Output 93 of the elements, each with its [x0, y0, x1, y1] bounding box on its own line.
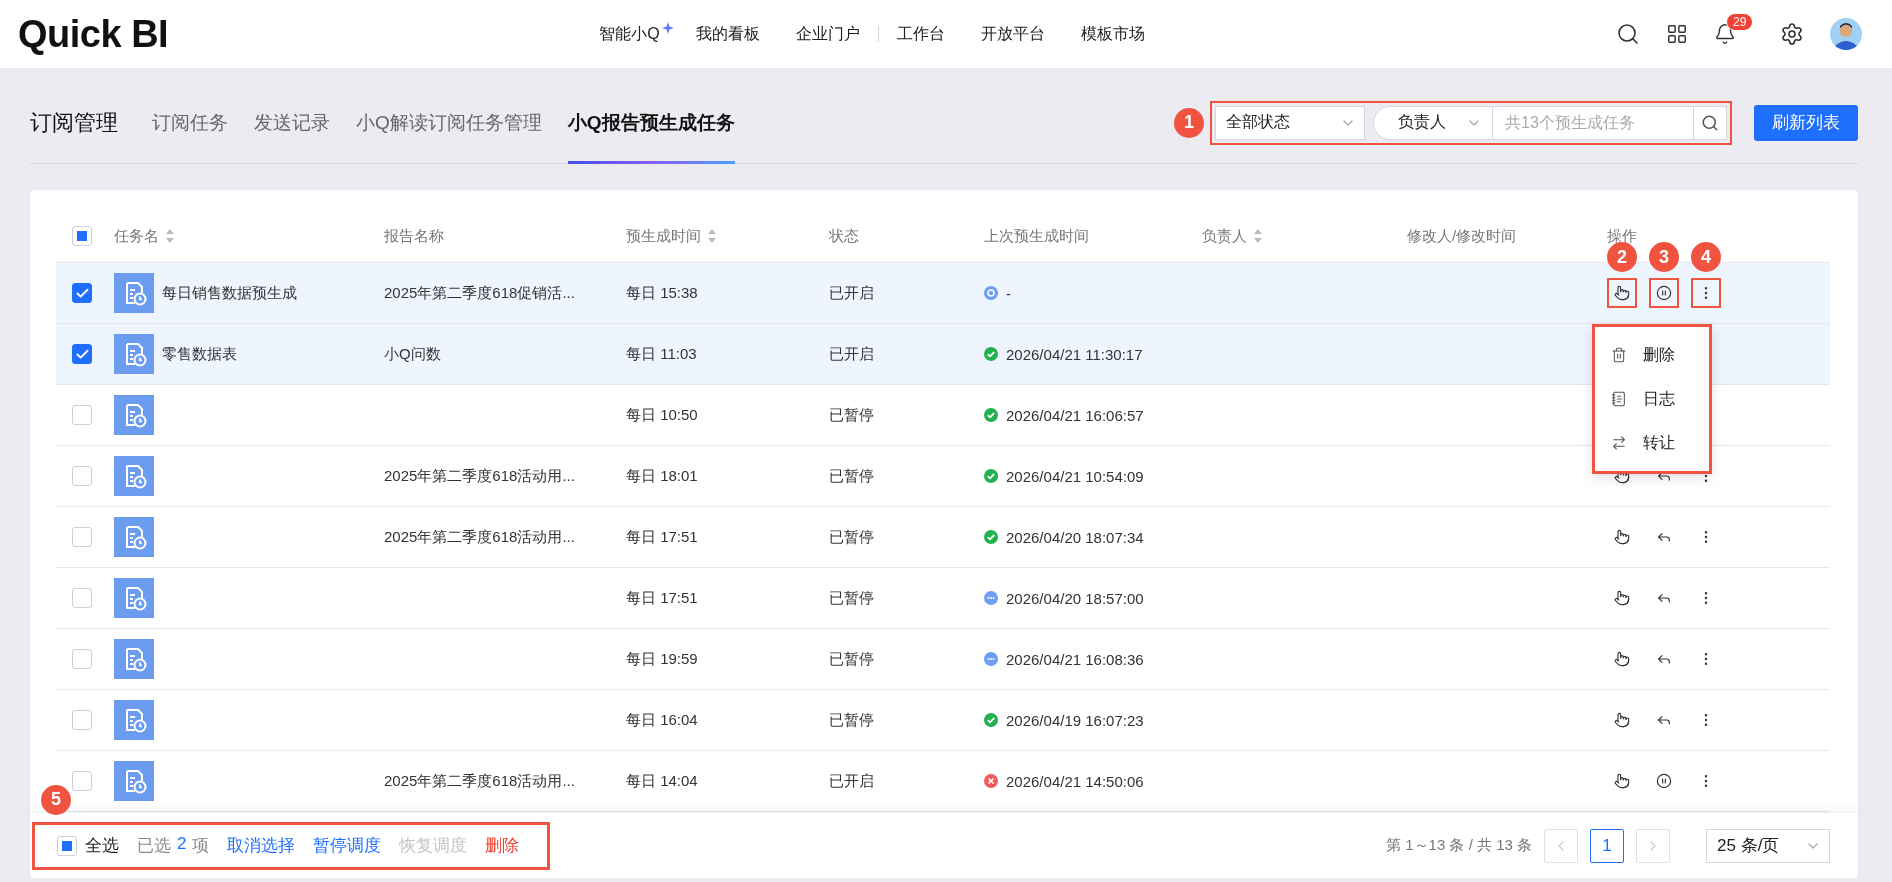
status-text: 已开启: [829, 344, 874, 364]
selected-count: 2: [177, 834, 187, 855]
search-field[interactable]: 共13个预生成任务: [1493, 105, 1693, 140]
annotation-marker: 5: [41, 784, 71, 815]
pointer-icon: [1614, 529, 1630, 545]
selected-label: 已选: [137, 835, 171, 857]
nav-link[interactable]: 工作台: [878, 23, 963, 45]
sparkle-icon: [661, 22, 674, 34]
schedule-time: 每日 11:03: [626, 344, 697, 364]
schedule-time: 每日 19:59: [626, 649, 698, 669]
schedule-time: 每日 17:51: [626, 588, 698, 608]
task-name: 每日销售数据预生成: [162, 283, 297, 303]
pause-icon: [1656, 773, 1672, 789]
pointer-icon: [1614, 712, 1630, 728]
status-text: 已暂停: [829, 405, 874, 425]
refresh-button[interactable]: 刷新列表: [1754, 104, 1858, 141]
pointer-icon: [1614, 285, 1630, 301]
schedule-time: 每日 14:04: [626, 771, 698, 791]
nav-link[interactable]: 企业门户: [777, 23, 878, 45]
page-title: 订阅管理: [30, 108, 118, 137]
report-name: 小Q问数: [384, 344, 441, 364]
status-text: 已暂停: [829, 588, 874, 608]
tab[interactable]: 发送记录: [254, 82, 330, 163]
checkbox[interactable]: [72, 344, 92, 364]
last-run-time: -: [1006, 284, 1011, 302]
annotation-marker: 4: [1691, 242, 1721, 272]
page-button[interactable]: 1: [1590, 828, 1624, 863]
search-icon: [1701, 113, 1719, 132]
tab[interactable]: 小Q解读订阅任务管理: [356, 82, 542, 163]
notification-button[interactable]: 29: [1714, 13, 1754, 45]
nav-link[interactable]: 我的看板: [677, 23, 778, 45]
report-icon: [114, 456, 154, 496]
pointer-icon: [1614, 651, 1630, 667]
schedule-time: 每日 17:51: [626, 527, 698, 547]
annotation-marker: 1: [1174, 107, 1204, 138]
tab[interactable]: 订阅任务: [152, 82, 228, 163]
schedule-time: 每日 15:38: [626, 283, 698, 303]
annotation-marker: 2: [1607, 242, 1637, 272]
pointer-icon: [1614, 773, 1630, 789]
last-run-time: 2026/04/20 18:57:00: [1006, 589, 1144, 607]
report-icon: [114, 334, 154, 374]
report-icon: [114, 761, 154, 801]
select-all-label[interactable]: 全选: [85, 834, 119, 857]
report-name: 2025年第二季度618活动用...: [384, 771, 575, 791]
document-icon: [1611, 391, 1627, 407]
last-run-time: 2026/04/19 16:07:23: [1006, 711, 1144, 729]
task-name: 零售数据表: [162, 344, 237, 364]
last-run-time: 2026/04/21 16:08:36: [1006, 650, 1144, 668]
trash-icon: [1611, 347, 1627, 363]
search-button[interactable]: [1693, 105, 1727, 140]
report-icon: [114, 700, 154, 740]
report-name: 2025年第二季度618促销活...: [384, 283, 575, 303]
apps-button[interactable]: [1666, 23, 1688, 45]
nav-link[interactable]: 开放平台: [962, 23, 1063, 45]
bulk-action-link[interactable]: 暂停调度: [313, 834, 382, 857]
nav-link[interactable]: 模板市场: [1062, 23, 1163, 45]
settings-button[interactable]: [1780, 22, 1804, 46]
schedule-time: 每日 16:04: [626, 710, 698, 730]
status-text: 已暂停: [829, 649, 874, 669]
notification-count: 29: [1726, 13, 1754, 31]
pointer-icon: [1614, 590, 1630, 606]
bulk-action-link[interactable]: 删除: [485, 834, 520, 857]
report-icon: [114, 395, 154, 435]
search-button[interactable]: [1616, 22, 1640, 46]
bulk-action-link[interactable]: 取消选择: [227, 834, 296, 857]
report-name: 2025年第二季度618活动用...: [384, 527, 575, 547]
report-icon: [114, 639, 154, 679]
last-run-time: 2026/04/21 16:06:57: [1006, 406, 1144, 424]
pause-icon: [1656, 285, 1672, 301]
checkbox[interactable]: [72, 283, 92, 303]
status-text: 已开启: [829, 771, 874, 791]
last-run-time: 2026/04/21 11:30:17: [1006, 345, 1143, 363]
status-text: 已开启: [829, 283, 874, 303]
logo[interactable]: Quick BI: [18, 12, 318, 56]
transfer-icon: [1611, 435, 1627, 451]
report-icon: [114, 273, 154, 313]
annotation-marker: 3: [1649, 242, 1679, 272]
menu-item[interactable]: 删除: [1595, 333, 1709, 377]
nav-link[interactable]: 智能小Q: [581, 23, 678, 45]
owner-select[interactable]: 负责人: [1373, 105, 1493, 140]
selected-unit: 项: [192, 835, 210, 857]
status-text: 已暂停: [829, 710, 874, 730]
status-select[interactable]: 全部状态: [1215, 105, 1365, 140]
status-text: 已暂停: [829, 527, 874, 547]
schedule-time: 每日 10:50: [626, 405, 698, 425]
page-size-select[interactable]: 25 条/页: [1706, 828, 1830, 863]
tab[interactable]: 小Q报告预生成任务: [567, 82, 735, 163]
last-run-time: 2026/04/21 14:50:06: [1006, 772, 1144, 790]
report-icon: [114, 578, 154, 618]
last-run-time: 2026/04/20 18:07:34: [1006, 528, 1144, 546]
pagination-summary: 第 1～13 条 / 共 13 条: [1386, 836, 1532, 855]
avatar-icon[interactable]: [1830, 18, 1862, 50]
report-icon: [114, 517, 154, 557]
